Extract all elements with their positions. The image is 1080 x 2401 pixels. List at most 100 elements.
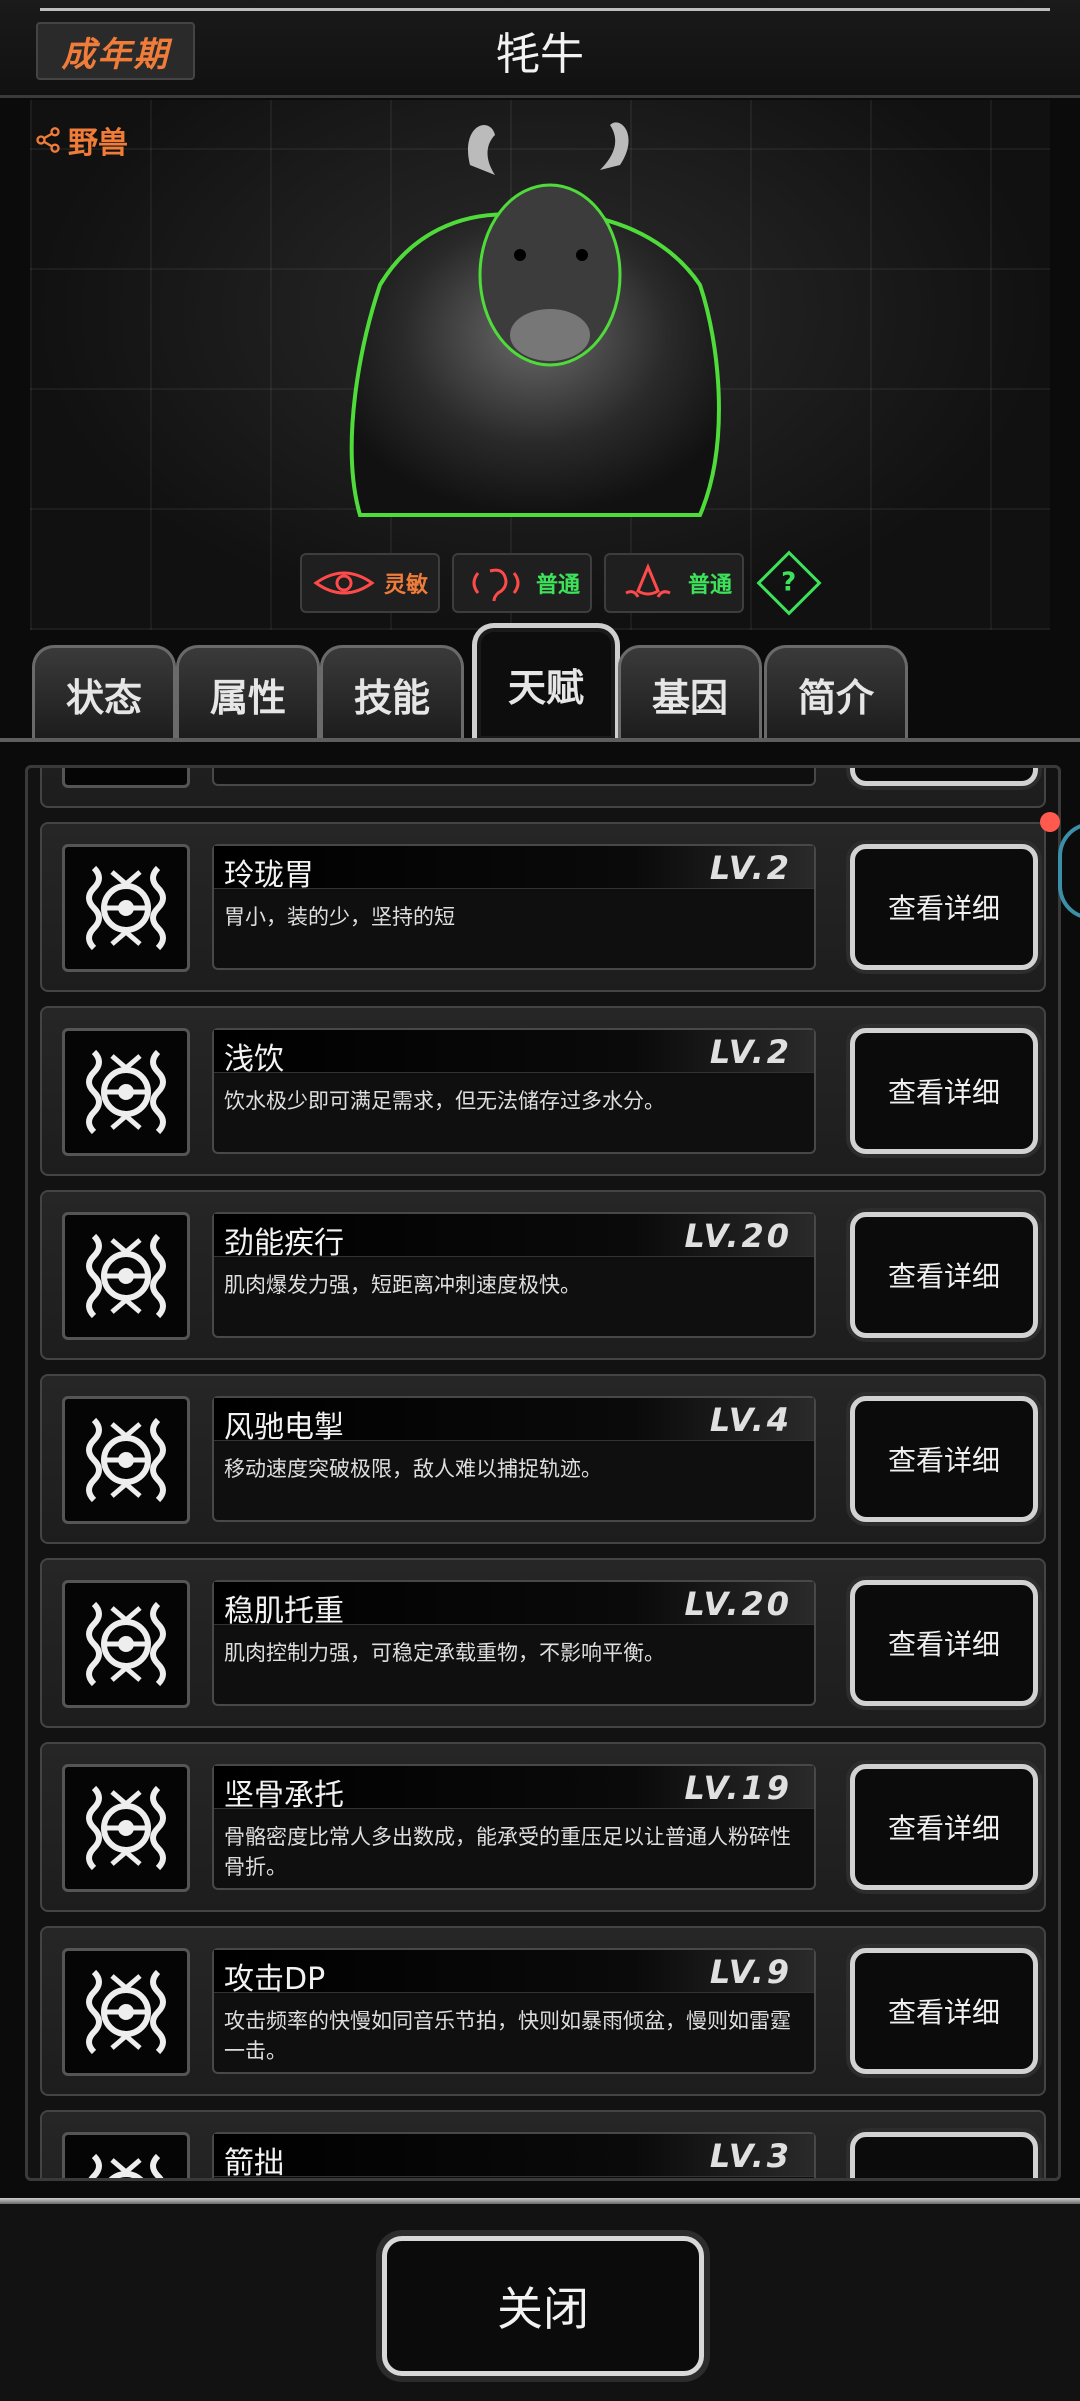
talent-row: 坚骨承托 LV.19 骨骼密度比常人多出数成，能承受的重压足以让普通人粉碎性骨折… (40, 1742, 1046, 1912)
senses-row: 灵敏 普通 普通 ? (300, 550, 822, 616)
talent-level: LV.4 (709, 1401, 792, 1439)
tab-attributes[interactable]: 属性 (176, 645, 320, 740)
tab-bar: 状态 属性 技能 天赋 基因 简介 (28, 623, 1058, 740)
talent-row: 浅饮 LV.2 饮水极少即可满足需求，但无法储存过多水分。 查看详细 (40, 1006, 1046, 1176)
talent-name: 坚骨承托 (224, 1778, 344, 1813)
share-icon (36, 127, 60, 153)
talent-level: LV.20 (684, 1217, 792, 1255)
view-details-button[interactable]: 查看详细 (850, 844, 1038, 970)
talent-level: LV.2 (709, 849, 792, 887)
talent-description: 移动速度突破极限，敌人难以捕捉轨迹。 (224, 1457, 602, 1481)
talent-icon-frame (62, 1764, 190, 1892)
creature-type-label: 野兽 (68, 126, 128, 161)
talent-name: 风驰电掣 (224, 1410, 344, 1445)
talent-name: 玲珑胃 (224, 858, 314, 893)
view-details-button[interactable]: 查看详细 (850, 1396, 1038, 1522)
talent-description: 肌肉爆发力强，短距离冲刺速度极快。 (224, 1273, 581, 1297)
close-button[interactable]: 关闭 (382, 2236, 704, 2376)
header-bar: 成年期 牦牛 (0, 0, 1080, 98)
talent-info: 攻击DP LV.9 攻击频率的快慢如同音乐节拍，快则如暴雨倾盆，慢则如雷霆一击。 (212, 1948, 816, 2074)
talent-name-bar: 稳肌托重 LV.20 (214, 1582, 814, 1629)
talent-emblem-icon (86, 1049, 166, 1135)
talent-name: 稳肌托重 (224, 1594, 344, 1629)
talent-info: 坚骨承托 LV.19 骨骼密度比常人多出数成，能承受的重压足以让普通人粉碎性骨折… (212, 1764, 816, 1890)
talent-name-bar: 玲珑胃 LV.2 (214, 846, 814, 893)
talent-row: 玲珑胃 LV.2 胃小，装的少，坚持的短 查看详细 (40, 822, 1046, 992)
share-button[interactable]: 野兽 (34, 118, 128, 162)
nose-icon (625, 563, 671, 598)
talent-emblem-icon (88, 2153, 164, 2178)
talent-name: 浅饮 (224, 1042, 284, 1077)
help-button[interactable]: ? (756, 550, 822, 616)
tab-talents[interactable]: 天赋 (472, 623, 620, 740)
talent-list[interactable]: 水是生命的润滑剂，必不可少的物质 查看详细 玲珑胃 LV.2 胃小，装的少，坚持… (25, 765, 1061, 2181)
talent-icon-frame (62, 844, 190, 972)
talent-description: 胃小，装的少，坚持的短 (224, 905, 455, 929)
view-details-button[interactable] (850, 2132, 1038, 2178)
talent-name: 劲能疾行 (224, 1226, 344, 1261)
talent-icon-frame (62, 1028, 190, 1156)
talent-name-bar: 坚骨承托 LV.19 (214, 1766, 814, 1813)
talent-icon-frame (62, 1212, 190, 1340)
talent-emblem-icon (76, 765, 176, 774)
talent-info: 浅饮 LV.2 饮水极少即可满足需求，但无法储存过多水分。 (212, 1028, 816, 1154)
tab-status[interactable]: 状态 (32, 645, 176, 740)
talent-icon-frame (62, 1580, 190, 1708)
view-details-button[interactable]: 查看详细 (850, 1580, 1038, 1706)
talent-info: 箭拙 LV.3 (212, 2132, 816, 2178)
sense-smell-label: 普通 (688, 573, 733, 598)
talent-emblem-icon (86, 1417, 166, 1503)
talent-icon-frame (62, 1948, 190, 2076)
view-details-button[interactable]: 查看详细 (850, 1948, 1038, 2074)
talent-row: 风驰电掣 LV.4 移动速度突破极限，敌人难以捕捉轨迹。 查看详细 (40, 1374, 1046, 1544)
question-icon: ? (781, 568, 797, 598)
talent-level: LV.2 (709, 1033, 792, 1071)
view-details-button[interactable]: 查看详细 (850, 1028, 1038, 1154)
talent-info: 风驰电掣 LV.4 移动速度突破极限，敌人难以捕捉轨迹。 (212, 1396, 816, 1522)
talent-emblem-icon (86, 1601, 166, 1687)
talent-icon-frame (62, 1396, 190, 1524)
talent-row: 箭拙 LV.3 (40, 2110, 1046, 2178)
talent-description: 骨骼密度比常人多出数成，能承受的重压足以让普通人粉碎性骨折。 (224, 1825, 791, 1879)
talent-level: LV.3 (709, 2137, 792, 2175)
talent-name: 攻击DP (224, 1962, 326, 1997)
view-details-button[interactable]: 查看详细 (850, 1764, 1038, 1890)
talent-name-bar: 攻击DP LV.9 (214, 1950, 814, 1997)
tab-genes[interactable]: 基因 (618, 645, 762, 740)
ear-icon (472, 568, 520, 602)
talent-description: 肌肉控制力强，可稳定承载重物，不影响平衡。 (224, 1641, 665, 1665)
view-details-button[interactable]: 查看详细 (850, 768, 1038, 786)
talent-emblem-icon (86, 1969, 166, 2055)
sense-smell[interactable]: 普通 (604, 553, 745, 613)
talent-name-bar: 箭拙 LV.3 (214, 2134, 814, 2178)
notification-dot (1040, 812, 1060, 832)
talent-icon-frame (62, 765, 190, 788)
talent-info: 劲能疾行 LV.20 肌肉爆发力强，短距离冲刺速度极快。 (212, 1212, 816, 1338)
eye-icon (313, 571, 375, 595)
sense-sight-label: 灵敏 (384, 573, 429, 598)
talent-description: 攻击频率的快慢如同音乐节拍，快则如暴雨倾盆，慢则如雷霆一击。 (224, 2009, 791, 2063)
tab-intro[interactable]: 简介 (764, 645, 908, 740)
talent-row: 攻击DP LV.9 攻击频率的快慢如同音乐节拍，快则如暴雨倾盆，慢则如雷霆一击。… (40, 1926, 1046, 2096)
talent-name: 箭拙 (224, 2146, 284, 2181)
talent-row: 稳肌托重 LV.20 肌肉控制力强，可稳定承载重物，不影响平衡。 查看详细 (40, 1558, 1046, 1728)
talent-info: 稳肌托重 LV.20 肌肉控制力强，可稳定承载重物，不影响平衡。 (212, 1580, 816, 1706)
side-drawer-handle[interactable] (1058, 822, 1080, 920)
talent-emblem-icon (86, 1785, 166, 1871)
talent-level: LV.19 (684, 1769, 792, 1807)
tab-skills[interactable]: 技能 (320, 645, 464, 740)
sense-sight[interactable]: 灵敏 (300, 553, 441, 613)
page-title: 牦牛 (496, 29, 584, 80)
talent-row: 劲能疾行 LV.20 肌肉爆发力强，短距离冲刺速度极快。 查看详细 (40, 1190, 1046, 1360)
talent-list-content: 水是生命的润滑剂，必不可少的物质 查看详细 玲珑胃 LV.2 胃小，装的少，坚持… (40, 765, 1046, 2178)
sense-hearing[interactable]: 普通 (452, 553, 593, 613)
sense-hearing-label: 普通 (536, 573, 581, 598)
yak-image (349, 122, 721, 517)
talent-description: 饮水极少即可满足需求，但无法储存过多水分。 (224, 1089, 665, 1113)
talent-name-bar: 劲能疾行 LV.20 (214, 1214, 814, 1261)
talent-emblem-icon (86, 865, 166, 951)
talent-info: 水是生命的润滑剂，必不可少的物质 (212, 768, 816, 786)
talent-row: 水是生命的润滑剂，必不可少的物质 查看详细 (40, 765, 1046, 808)
talent-name-bar: 风驰电掣 LV.4 (214, 1398, 814, 1445)
view-details-button[interactable]: 查看详细 (850, 1212, 1038, 1338)
